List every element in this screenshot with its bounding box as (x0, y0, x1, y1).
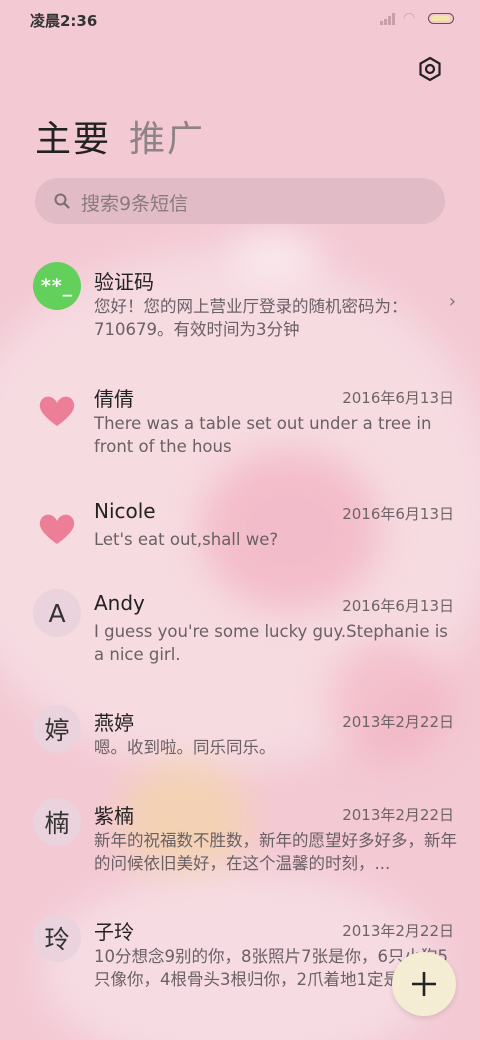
contact-name: 紫楠 (94, 804, 134, 828)
contact-name: 子玲 (94, 920, 134, 944)
search-icon (54, 193, 70, 209)
contact-name: Nicole (94, 499, 156, 523)
tab-main[interactable]: 主要 (35, 119, 111, 160)
message-preview: There was a table set out under a tree i… (94, 414, 432, 456)
compose-button[interactable] (392, 952, 456, 1016)
contact-name: Andy (94, 591, 145, 615)
tab-promo[interactable]: 推广 (129, 119, 205, 160)
status-time: 凌晨2:36 (30, 12, 98, 30)
avatar: **_ (33, 262, 81, 310)
wifi-icon: ◠ (403, 10, 416, 26)
message-preview: 您好！您的网上营业厅登录的随机密码为：710679。有效时间为3分钟 (94, 297, 408, 339)
contact-name: 倩倩 (94, 387, 134, 411)
heart-icon (33, 505, 81, 553)
plus-icon (412, 972, 436, 996)
message-date: 2016年6月13日 (342, 389, 454, 407)
message-date: 2013年2月22日 (342, 713, 454, 731)
heart-icon (33, 387, 81, 435)
message-preview: 嗯。收到啦。同乐同乐。 (94, 738, 276, 757)
message-preview: 新年的祝福数不胜数，新年的愿望好多好多，新年的问候依旧美好，在这个温馨的时刻，.… (94, 831, 457, 873)
message-preview: Let's eat out,shall we? (94, 530, 279, 549)
avatar: 玲 (33, 914, 81, 962)
search-placeholder: 搜索9条短信 (81, 193, 189, 215)
chevron-right-icon: › (448, 291, 456, 312)
signal-icon (380, 13, 398, 25)
tab-bar: 主要 推广 (35, 110, 205, 162)
battery-icon (428, 13, 454, 24)
contact-name: 燕婷 (94, 711, 134, 735)
message-date: 2016年6月13日 (342, 505, 454, 523)
avatar: 楠 (33, 798, 81, 846)
message-date: 2013年2月22日 (342, 806, 454, 824)
contact-name: 验证码 (94, 270, 154, 294)
avatar: A (33, 589, 81, 637)
gear-icon[interactable] (416, 55, 444, 83)
message-date: 2016年6月13日 (342, 597, 454, 615)
message-preview: I guess you're some lucky guy.Stephanie … (94, 622, 448, 664)
search-bar[interactable]: 搜索9条短信 (35, 178, 445, 224)
message-date: 2013年2月22日 (342, 922, 454, 940)
avatar: 婷 (33, 705, 81, 753)
status-bar: 凌晨2:36 ◠ (0, 0, 480, 38)
